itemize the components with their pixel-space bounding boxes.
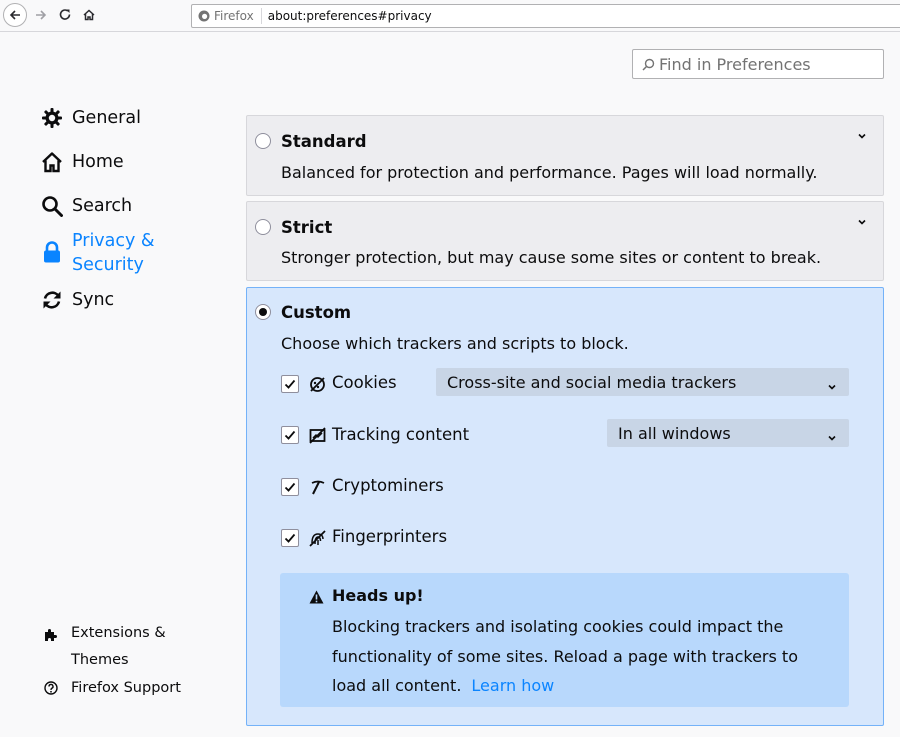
- sidebar-item-search[interactable]: Search: [40, 194, 132, 218]
- sidebar-item-privacy-security[interactable]: Privacy & Security: [40, 229, 182, 277]
- search-input[interactable]: [659, 54, 874, 74]
- url-text[interactable]: about:preferences#privacy: [262, 9, 432, 23]
- strict-description: Stronger protection, but may cause some …: [281, 248, 822, 267]
- url-bar[interactable]: Firefox about:preferences#privacy: [191, 4, 900, 28]
- checkmark-icon: [284, 430, 296, 440]
- firefox-logo-icon: [198, 10, 210, 22]
- warning-text: Blocking trackers and isolating cookies …: [332, 617, 798, 695]
- custom-option-card[interactable]: Custom Choose which trackers and scripts…: [246, 287, 884, 726]
- cookies-label: Cookies: [332, 373, 397, 392]
- search-icon: [40, 194, 64, 218]
- fingerprinters-checkbox[interactable]: [281, 529, 299, 547]
- home-icon: [83, 9, 95, 21]
- cookies-dropdown[interactable]: Cross-site and social media trackers: [436, 368, 849, 396]
- sidebar-item-sync[interactable]: Sync: [40, 288, 114, 312]
- cryptominers-label: Cryptominers: [332, 476, 444, 495]
- standard-title: Standard: [281, 132, 367, 151]
- sidebar-item-label: Home: [72, 152, 124, 172]
- forward-arrow-icon: [36, 10, 47, 20]
- standard-description: Balanced for protection and performance.…: [281, 163, 818, 182]
- lock-icon: [40, 240, 64, 264]
- puzzle-icon: [41, 628, 61, 642]
- warning-icon: [309, 589, 324, 608]
- fingerprint-icon: [308, 529, 326, 547]
- extensions-themes-label: Extensions & Themes: [71, 625, 166, 668]
- tracking-content-checkbox[interactable]: [281, 426, 299, 444]
- home-icon: [40, 150, 64, 174]
- navigation-toolbar: Firefox about:preferences#privacy: [0, 0, 900, 32]
- sidebar-item-label: Sync: [72, 290, 115, 310]
- reload-button[interactable]: [53, 3, 77, 27]
- cookie-icon: [308, 375, 326, 393]
- sidebar-item-general[interactable]: General: [40, 106, 141, 130]
- cookies-checkbox[interactable]: [281, 375, 299, 393]
- expand-chevron-icon[interactable]: [857, 216, 867, 230]
- forward-button[interactable]: [29, 3, 53, 27]
- checkmark-icon: [284, 379, 296, 389]
- warning-body: Blocking trackers and isolating cookies …: [332, 612, 832, 701]
- firefox-support-link[interactable]: Firefox Support: [41, 676, 181, 700]
- sidebar-item-label: General: [72, 108, 141, 128]
- back-button[interactable]: [3, 3, 27, 27]
- extensions-themes-link[interactable]: Extensions & Themes: [41, 620, 181, 674]
- checkmark-icon: [284, 533, 296, 543]
- expand-chevron-icon[interactable]: [857, 130, 867, 144]
- sidebar-item-label: Privacy & Security: [72, 231, 155, 275]
- find-in-preferences[interactable]: [632, 49, 884, 79]
- identity-box[interactable]: Firefox: [192, 8, 262, 24]
- warning-title: Heads up!: [332, 586, 424, 605]
- strict-option-card[interactable]: Strict Stronger protection, but may caus…: [246, 201, 884, 281]
- checkmark-icon: [284, 482, 296, 492]
- learn-how-link[interactable]: Learn how: [471, 676, 554, 695]
- back-arrow-icon: [9, 10, 20, 20]
- firefox-support-label: Firefox Support: [71, 680, 181, 696]
- tracking-content-dropdown-value: In all windows: [618, 423, 731, 443]
- chevron-down-icon: [827, 428, 837, 447]
- cryptominer-icon: [308, 478, 326, 496]
- custom-description: Choose which trackers and scripts to blo…: [281, 334, 629, 353]
- cryptominers-checkbox[interactable]: [281, 478, 299, 496]
- cookies-dropdown-value: Cross-site and social media trackers: [447, 372, 737, 392]
- chevron-down-icon: [827, 377, 837, 396]
- custom-title: Custom: [281, 303, 352, 322]
- sync-icon: [40, 288, 64, 312]
- strict-radio[interactable]: [255, 219, 271, 235]
- standard-radio[interactable]: [255, 133, 271, 149]
- sidebar-item-label: Search: [72, 196, 133, 216]
- heads-up-warning: Heads up! Blocking trackers and isolatin…: [280, 573, 849, 707]
- gear-icon: [40, 106, 64, 130]
- tracking-content-label: Tracking content: [332, 425, 470, 444]
- sidebar-item-home[interactable]: Home: [40, 150, 124, 174]
- custom-radio[interactable]: [255, 304, 271, 320]
- strict-title: Strict: [281, 218, 333, 237]
- fingerprinters-label: Fingerprinters: [332, 527, 448, 546]
- home-button[interactable]: [77, 3, 101, 27]
- identity-label: Firefox: [214, 9, 254, 23]
- help-icon: [41, 681, 61, 695]
- reload-icon: [59, 9, 71, 20]
- tracking-content-icon: [308, 426, 326, 444]
- tracking-content-dropdown[interactable]: In all windows: [607, 419, 849, 447]
- search-icon: [642, 58, 655, 71]
- standard-option-card[interactable]: Standard Balanced for protection and per…: [246, 115, 884, 196]
